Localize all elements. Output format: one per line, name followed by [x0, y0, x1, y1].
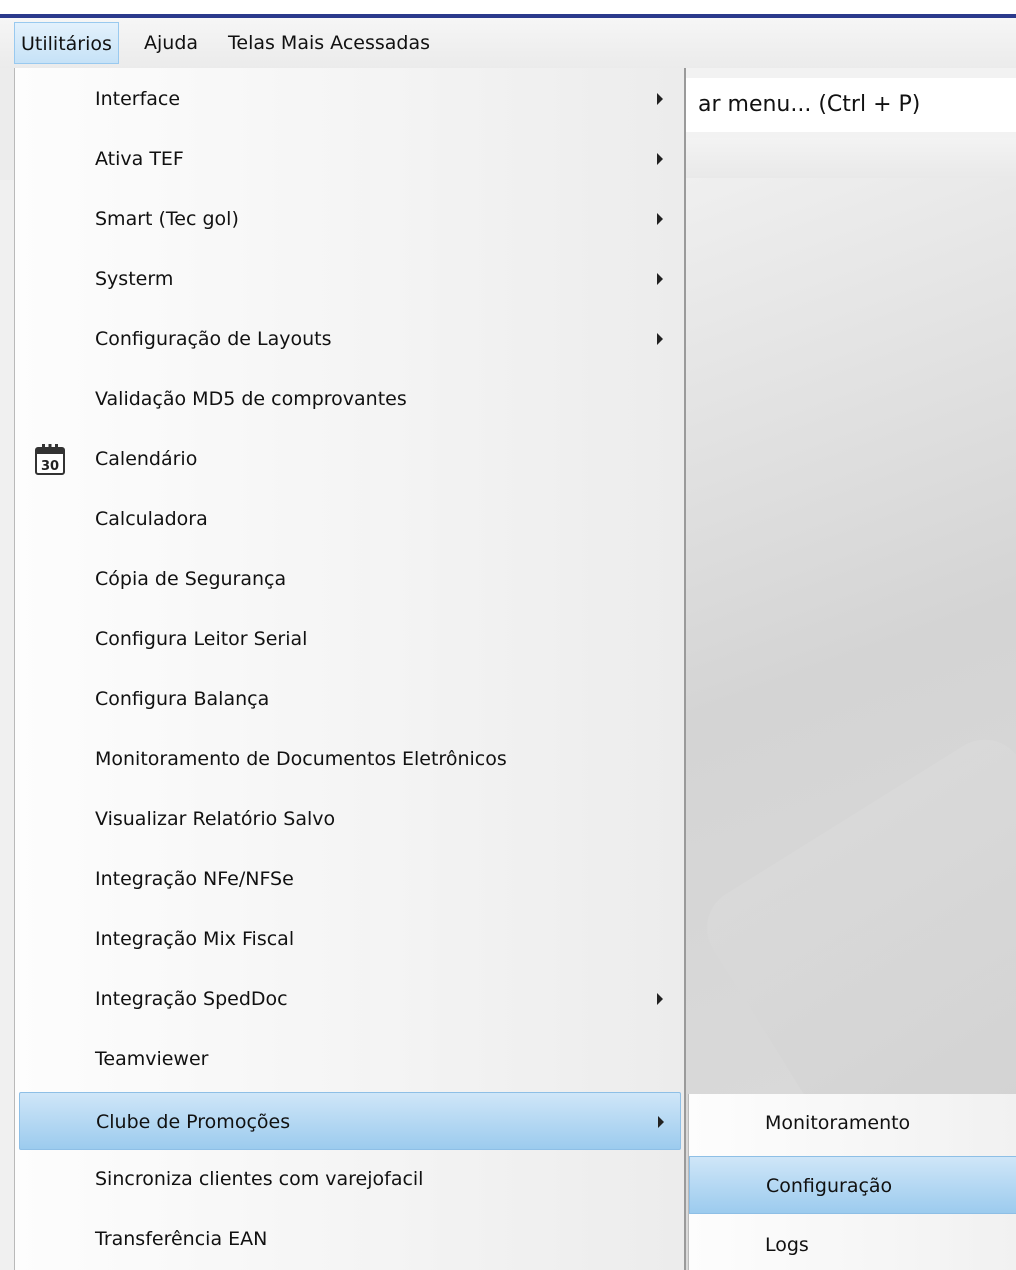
submenu-item-configuracao[interactable]: Configuração [689, 1156, 1016, 1214]
submenu-item-label: Configuração [766, 1175, 893, 1197]
menu-utilitarios[interactable]: Utilitários [14, 22, 119, 64]
menu-item-label: Integração NFe/NFSe [95, 868, 294, 890]
submenu-arrow-icon [657, 153, 663, 165]
menu-item-sincroniza-clientes[interactable]: Sincroniza clientes com varejofacil [19, 1150, 681, 1208]
menu-ajuda-label: Ajuda [144, 32, 199, 54]
menu-item-label: Configura Balança [95, 688, 270, 710]
menu-bar: Utilitários Ajuda Telas Mais Acessadas [0, 18, 1016, 69]
left-frame-strip [0, 68, 14, 180]
menu-item-integracao-speddoc[interactable]: Integração SpedDoc [19, 970, 681, 1028]
submenu-item-label: Logs [765, 1234, 809, 1256]
menu-item-calculadora[interactable]: Calculadora [19, 490, 681, 548]
menu-item-label: Clube de Promoções [96, 1111, 291, 1133]
menu-item-label: Calendário [95, 448, 198, 470]
clube-promocoes-submenu: Monitoramento Configuração Logs [688, 1094, 1016, 1270]
menu-item-label: Interface [95, 88, 181, 110]
submenu-arrow-icon [658, 1116, 664, 1128]
menu-item-label: Validação MD5 de comprovantes [95, 388, 407, 410]
menu-item-configura-leitor-serial[interactable]: Configura Leitor Serial [19, 610, 681, 668]
menu-item-visualizar-relatorio[interactable]: Visualizar Relatório Salvo [19, 790, 681, 848]
menu-item-configura-balanca[interactable]: Configura Balança [19, 670, 681, 728]
menu-utilitarios-label: Utilitários [21, 33, 112, 55]
menu-ajuda[interactable]: Ajuda [138, 22, 204, 64]
menu-item-transferencia-ean[interactable]: Transferência EAN [19, 1210, 681, 1268]
menu-item-label: Monitoramento de Documentos Eletrônicos [95, 748, 507, 770]
calendar-icon: 30 [35, 444, 65, 475]
menu-item-label: Configura Leitor Serial [95, 628, 308, 650]
submenu-arrow-icon [657, 213, 663, 225]
menu-item-validacao-md5[interactable]: Validação MD5 de comprovantes [19, 370, 681, 428]
menu-item-copia-seguranca[interactable]: Cópia de Segurança [19, 550, 681, 608]
submenu-item-label: Monitoramento [765, 1112, 911, 1134]
submenu-arrow-icon [657, 273, 663, 285]
menu-item-label: Integração SpedDoc [95, 988, 288, 1010]
menu-telas-label: Telas Mais Acessadas [228, 32, 431, 54]
menu-item-integracao-nfe[interactable]: Integração NFe/NFSe [19, 850, 681, 908]
menu-item-label: Teamviewer [95, 1048, 209, 1070]
submenu-arrow-icon [657, 333, 663, 345]
menu-item-teamviewer[interactable]: Teamviewer [19, 1030, 681, 1088]
menu-item-interface[interactable]: Interface [19, 70, 681, 128]
tab-strip [686, 138, 1016, 179]
menu-item-calendario[interactable]: 30 Calendário [19, 430, 681, 488]
submenu-arrow-icon [657, 993, 663, 1005]
menu-item-smart[interactable]: Smart (Tec gol) [19, 190, 681, 248]
menu-telas-mais-acessadas[interactable]: Telas Mais Acessadas [222, 22, 436, 64]
menu-item-integracao-mix-fiscal[interactable]: Integração Mix Fiscal [19, 910, 681, 968]
menu-item-clube-promocoes[interactable]: Clube de Promoções [19, 1092, 681, 1150]
menu-item-label: Cópia de Segurança [95, 568, 287, 590]
menu-item-label: Ativa TEF [95, 148, 184, 170]
submenu-item-monitoramento[interactable]: Monitoramento [689, 1094, 1016, 1152]
menu-item-label: Transferência EAN [95, 1228, 268, 1250]
submenu-item-logs[interactable]: Logs [689, 1216, 1016, 1270]
calendar-icon-number: 30 [41, 459, 59, 474]
menu-item-label: Smart (Tec gol) [95, 208, 239, 230]
menu-item-label: Integração Mix Fiscal [95, 928, 295, 950]
menu-item-systerm[interactable]: Systerm [19, 250, 681, 308]
menu-item-configuracao-layouts[interactable]: Configuração de Layouts [19, 310, 681, 368]
menu-item-label: Configuração de Layouts [95, 328, 332, 350]
menu-item-label: Sincroniza clientes com varejofacil [95, 1168, 424, 1190]
search-menu-input[interactable] [686, 78, 1016, 132]
search-area [686, 68, 1016, 138]
utilitarios-dropdown: Interface Ativa TEF Smart (Tec gol) Syst… [14, 68, 686, 1270]
menu-item-monitoramento-documentos[interactable]: Monitoramento de Documentos Eletrônicos [19, 730, 681, 788]
menu-item-ativa-tef[interactable]: Ativa TEF [19, 130, 681, 188]
menu-item-label: Calculadora [95, 508, 208, 530]
submenu-arrow-icon [657, 93, 663, 105]
menu-item-label: Visualizar Relatório Salvo [95, 808, 336, 830]
menu-item-label: Systerm [95, 268, 174, 290]
